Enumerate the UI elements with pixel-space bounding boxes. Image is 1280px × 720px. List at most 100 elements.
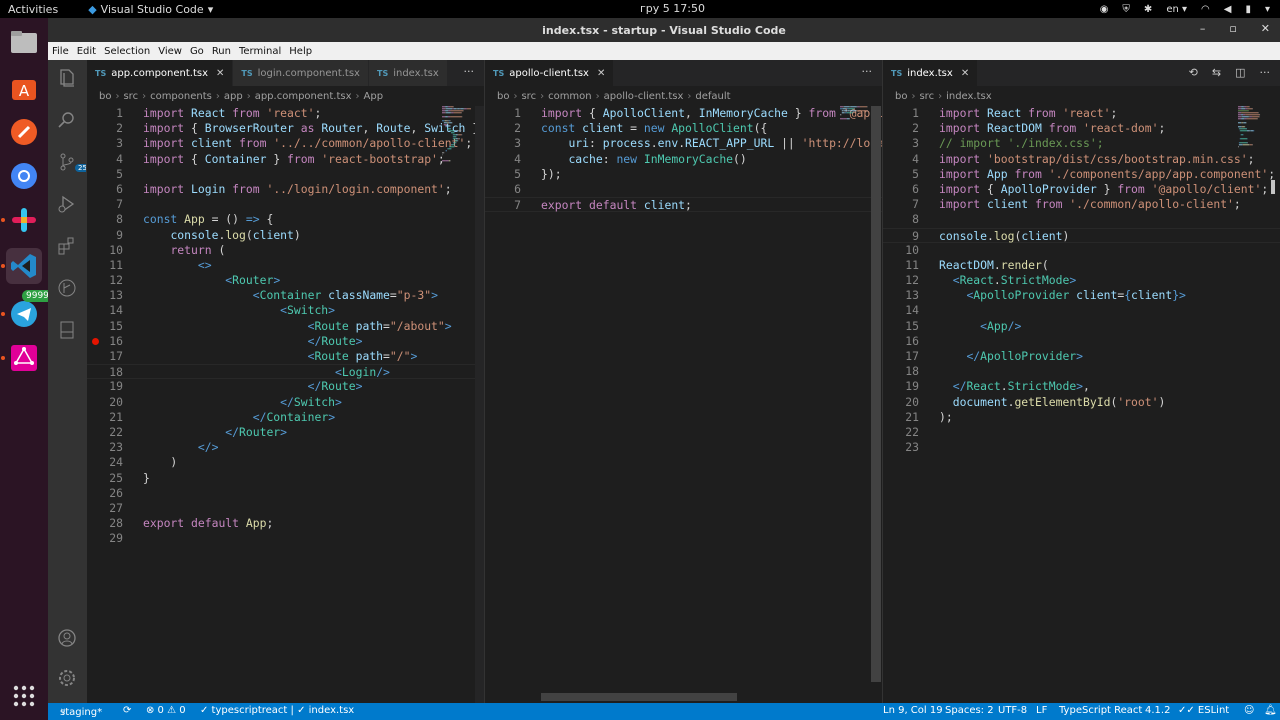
line-number[interactable]: 3 (485, 136, 521, 151)
explorer-icon[interactable] (57, 68, 77, 88)
code-line[interactable]: 17 </ApolloProvider> (883, 349, 1280, 364)
code-line[interactable]: 7 (87, 197, 484, 212)
bookmark-panel-icon[interactable] (57, 320, 77, 340)
code-line[interactable]: 16 </Route> (87, 334, 484, 349)
line-number[interactable]: 6 (87, 182, 123, 197)
tab-index[interactable]: TS index.tsx (368, 60, 448, 86)
line-number[interactable]: 8 (87, 212, 123, 227)
line-number[interactable]: 17 (87, 349, 123, 364)
code-line[interactable]: 5}); (485, 167, 882, 182)
app-menu[interactable]: ◆ Visual Studio Code ▾ (88, 3, 213, 16)
tab-apollo-client[interactable]: TS apollo-client.tsx ✕ (485, 60, 615, 86)
code-line[interactable]: 1 import { ApolloClient, InMemoryCache } … (485, 106, 882, 121)
scrollbar-track[interactable] (475, 106, 484, 703)
timeline-history-icon[interactable]: ⟲ (1189, 66, 1198, 79)
battery-icon[interactable]: ▮ (1245, 4, 1251, 15)
line-number[interactable]: 22 (883, 425, 919, 440)
line-number[interactable]: 5 (485, 167, 521, 182)
split-editor-icon[interactable]: ◫ (1235, 66, 1245, 79)
code-line[interactable]: 2 import { BrowserRouter as Router, Route… (87, 121, 484, 136)
code-line[interactable]: 14 <Switch> (87, 303, 484, 318)
line-number[interactable]: 21 (883, 410, 919, 425)
code-editor[interactable]: 1 import React from 'react'; 2 import React… (883, 106, 1280, 455)
code-line[interactable]: 22 </Router> (87, 425, 484, 440)
breadcrumb-segment[interactable]: default (695, 91, 730, 102)
code-line[interactable]: 3 uri: process.env.REACT_APP_URL || 'htt… (485, 136, 882, 151)
line-number[interactable]: 10 (87, 243, 123, 258)
code-line[interactable]: 23 (883, 440, 1280, 455)
line-number[interactable]: 29 (87, 531, 123, 546)
line-number[interactable]: 24 (87, 455, 123, 470)
code-line[interactable]: 1 import React from 'react'; (883, 106, 1280, 121)
code-line[interactable]: 3 import client from '../../common/apollo… (87, 136, 484, 151)
line-number[interactable]: 5 (883, 167, 919, 182)
breadcrumb-segment[interactable]: App (364, 91, 384, 102)
code-line[interactable]: 6 import { ApolloProvider } from '@apollo… (883, 182, 1280, 197)
extensions-icon[interactable] (57, 236, 77, 256)
ubuntu-software-icon[interactable]: A (6, 70, 42, 106)
eol-setting[interactable]: LF (1036, 705, 1047, 716)
line-number[interactable]: 2 (87, 121, 123, 136)
line-number[interactable]: 27 (87, 501, 123, 516)
line-number[interactable]: 2 (485, 121, 521, 136)
git-graph-icon[interactable] (57, 278, 77, 298)
line-number[interactable]: 7 (883, 197, 919, 212)
code-line[interactable]: 29 (87, 531, 484, 546)
cursor-position[interactable]: Ln 9, Col 19 (883, 705, 943, 716)
close-tab-icon[interactable]: ✕ (961, 68, 969, 79)
code-line[interactable]: 4 import { Container } from 'react-bootst… (87, 152, 484, 167)
menu-run[interactable]: Run (208, 46, 235, 57)
line-number[interactable]: 19 (87, 379, 123, 394)
code-line[interactable]: 22 (883, 425, 1280, 440)
chromium-icon[interactable] (6, 158, 42, 194)
breadcrumb-segment[interactable]: bo (99, 91, 111, 102)
line-number[interactable]: 20 (883, 395, 919, 410)
line-number[interactable]: 26 (87, 486, 123, 501)
vscode-icon[interactable] (6, 248, 42, 284)
code-line[interactable]: 15 <Route path="/about"> (87, 319, 484, 334)
line-number[interactable]: 20 (87, 395, 123, 410)
wifi-icon[interactable]: ◠ (1201, 4, 1210, 15)
code-editor[interactable]: 1 import React from 'react'; 2 import { Bro… (87, 106, 484, 546)
code-line[interactable]: 13 <Container className="p-3"> (87, 288, 484, 303)
vertical-scrollbar[interactable] (871, 106, 881, 682)
volume-icon[interactable]: ◀ (1224, 4, 1232, 15)
menu-file[interactable]: File (48, 46, 73, 57)
activities-button[interactable]: Activities (8, 3, 58, 16)
breadcrumb-segment[interactable]: components (150, 91, 212, 102)
sync-icon[interactable]: ⟳ (123, 705, 131, 716)
code-line[interactable]: 13 <ApolloProvider client={client}> (883, 288, 1280, 303)
line-number[interactable]: 11 (87, 258, 123, 273)
ts-status[interactable]: ✓ typescriptreact | ✓ index.tsx (200, 705, 354, 716)
line-number[interactable]: 10 (883, 243, 919, 258)
code-line[interactable]: 6 (485, 182, 882, 197)
line-number[interactable]: 4 (883, 152, 919, 167)
line-number[interactable]: 13 (87, 288, 123, 303)
shield-tray-icon[interactable]: ⛨ (1122, 4, 1130, 15)
breadcrumb-segment[interactable]: apollo-client.tsx (604, 91, 684, 102)
tab-index-tsx[interactable]: TS index.tsx ✕ (883, 60, 979, 86)
code-line[interactable]: 28 export default App; (87, 516, 484, 531)
code-line[interactable]: 11 <> (87, 258, 484, 273)
line-number[interactable]: 23 (87, 440, 123, 455)
code-line[interactable]: 21 </Container> (87, 410, 484, 425)
code-line[interactable]: 5 (87, 167, 484, 182)
feedback-icon[interactable]: ☺ (1244, 705, 1254, 716)
code-line[interactable]: 8 const App = () => { (87, 212, 484, 227)
code-line[interactable]: 21); (883, 410, 1280, 425)
language-indicator[interactable]: en ▾ (1166, 4, 1187, 15)
line-number[interactable]: 17 (883, 349, 919, 364)
code-line[interactable]: 9 console.log(client) (883, 227, 1280, 243)
code-line[interactable]: 6 import Login from '../login/login.compo… (87, 182, 484, 197)
compare-changes-icon[interactable]: ⇆ (1212, 66, 1221, 79)
menu-help[interactable]: Help (285, 46, 316, 57)
code-line[interactable]: 2 import ReactDOM from 'react-dom'; (883, 121, 1280, 136)
line-number[interactable]: 12 (883, 273, 919, 288)
code-line[interactable]: 2 const client = new ApolloClient({ (485, 121, 882, 136)
more-actions-button[interactable]: ··· (1260, 66, 1271, 79)
close-tab-icon[interactable]: ✕ (597, 68, 605, 79)
line-number[interactable]: 1 (87, 106, 123, 121)
slack-icon[interactable] (6, 202, 42, 238)
close-tab-icon[interactable]: ✕ (216, 68, 224, 79)
line-number[interactable]: 3 (87, 136, 123, 151)
